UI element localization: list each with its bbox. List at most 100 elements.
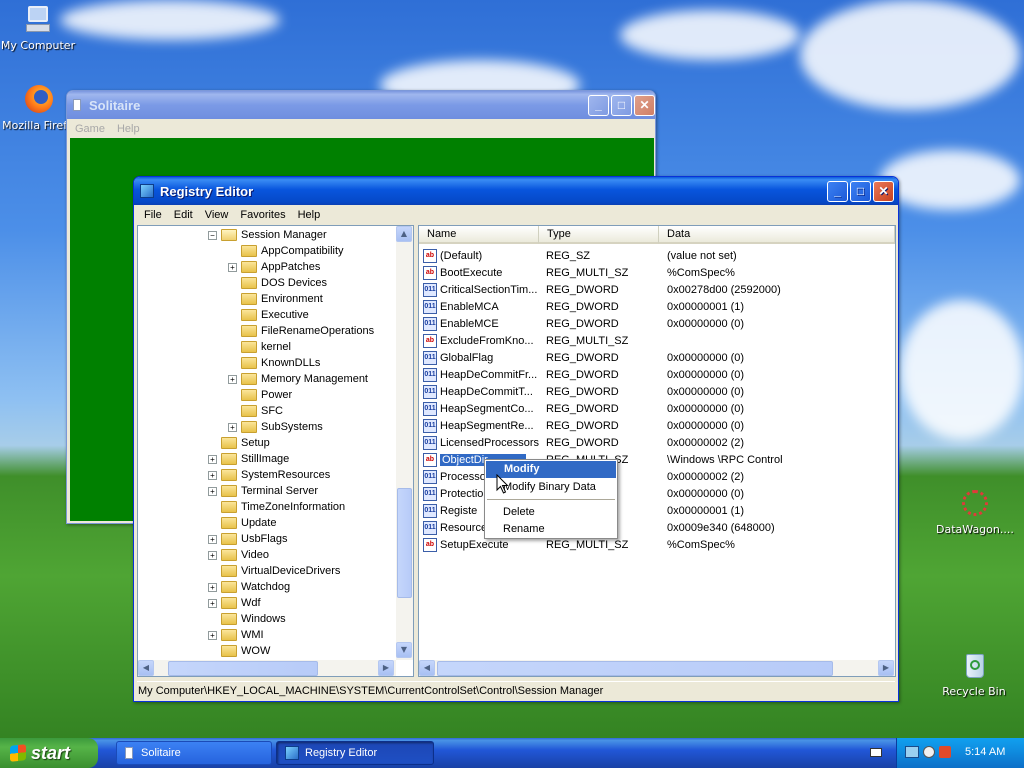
value-row[interactable]: 011 EnableMCA REG_DWORD 0x00000001 (1) — [423, 298, 893, 315]
value-row[interactable]: 011 EnableMCE REG_DWORD 0x00000000 (0) — [423, 315, 893, 332]
desktop-icon-firefox[interactable]: Mozilla Firefo — [0, 84, 76, 132]
tree-node[interactable]: + AppPatches — [228, 259, 320, 275]
tree-node[interactable]: DOS Devices — [228, 275, 327, 291]
tray-icon-security[interactable] — [939, 746, 951, 758]
expand-icon[interactable]: + — [208, 630, 217, 640]
scroll-right-button[interactable]: ▶ — [378, 660, 394, 676]
menu-favorites[interactable]: Favorites — [234, 209, 291, 221]
menu-item-rename[interactable]: Rename — [485, 521, 617, 538]
value-row[interactable]: ab (Default) REG_SZ (value not set) — [423, 247, 893, 264]
expand-icon[interactable]: + — [228, 374, 237, 384]
minimize-button[interactable]: _ — [827, 181, 848, 202]
value-row[interactable]: 011 HeapDeCommitFr... REG_DWORD 0x00000000 … — [423, 366, 893, 383]
desktop-icon-my-computer[interactable]: My Computer — [0, 4, 76, 52]
tree-node[interactable]: Update — [208, 515, 276, 531]
tree-node[interactable]: Setup — [208, 435, 270, 451]
tray-icon-network[interactable] — [905, 746, 919, 758]
clock[interactable]: 5:14 AM — [965, 746, 1005, 758]
value-row[interactable]: 011 HeapSegmentCo... REG_DWORD 0x00000000 (… — [423, 400, 893, 417]
column-header-name[interactable]: Name — [419, 226, 539, 244]
tree-node[interactable]: Environment — [228, 291, 323, 307]
menu-help[interactable]: Help — [292, 209, 327, 221]
collapse-icon[interactable]: − — [208, 230, 217, 240]
tree-node[interactable]: Executive — [228, 307, 309, 323]
registry-values-list[interactable]: ab (Default) REG_SZ (value not set) ab BootEx… — [419, 246, 895, 660]
value-row[interactable]: 011 HeapSegmentRe... REG_DWORD 0x00000000 (… — [423, 417, 893, 434]
taskbar-button-registry-editor[interactable]: Registry Editor — [276, 741, 434, 765]
expand-icon[interactable]: + — [208, 454, 217, 464]
close-button[interactable]: ✕ — [634, 95, 655, 116]
scroll-up-button[interactable]: ▲ — [396, 226, 412, 242]
tree-node[interactable]: VirtualDeviceDrivers — [208, 563, 340, 579]
tree-node[interactable]: + UsbFlags — [208, 531, 287, 547]
tree-node[interactable]: + SubSystems — [228, 419, 323, 435]
tree-node[interactable]: + Wdf — [208, 595, 261, 611]
tree-node[interactable]: − Session Manager — [208, 227, 327, 243]
taskbar-button-solitaire[interactable]: Solitaire — [116, 741, 272, 765]
tree-node[interactable]: KnownDLLs — [228, 355, 320, 371]
scroll-thumb[interactable] — [397, 488, 412, 598]
tree-node[interactable]: + StillImage — [208, 451, 289, 467]
value-row[interactable]: 011 GlobalFlag REG_DWORD 0x00000000 (0) — [423, 349, 893, 366]
value-row[interactable]: 011 LicensedProcessors REG_DWORD 0x00000002… — [423, 434, 893, 451]
solitaire-titlebar[interactable]: Solitaire _ □ ✕ — [67, 91, 655, 119]
menu-file[interactable]: File — [138, 209, 168, 221]
menu-view[interactable]: View — [199, 209, 235, 221]
regedit-titlebar[interactable]: Registry Editor _ □ ✕ — [134, 177, 898, 205]
scroll-thumb[interactable] — [168, 661, 318, 676]
expand-icon[interactable]: + — [208, 598, 217, 608]
tree-node[interactable]: Power — [228, 387, 292, 403]
registry-editor-window[interactable]: Registry Editor _ □ ✕ File Edit View Fav… — [133, 176, 899, 702]
tree-node[interactable]: + SystemResources — [208, 467, 330, 483]
tray-icon-volume[interactable] — [923, 746, 935, 758]
keyboard-icon[interactable] — [870, 748, 882, 757]
tree-node[interactable]: TimeZoneInformation — [208, 499, 345, 515]
maximize-button[interactable]: □ — [611, 95, 632, 116]
tree-node[interactable]: + WMI — [208, 627, 264, 643]
close-button[interactable]: ✕ — [873, 181, 894, 202]
menu-item-delete[interactable]: Delete — [485, 504, 617, 521]
registry-values-pane[interactable]: Name Type Data ab (Default) REG_SZ (value n… — [418, 225, 896, 677]
tree-node[interactable]: AppCompatibility — [228, 243, 344, 259]
expand-icon[interactable]: + — [228, 262, 237, 272]
menu-help[interactable]: Help — [111, 123, 146, 135]
registry-tree-pane[interactable]: − Session Manager AppCompatibility + AppPatc… — [137, 225, 414, 677]
tree-node[interactable]: WOW — [208, 643, 270, 659]
scroll-left-button[interactable]: ◀ — [419, 660, 435, 676]
expand-icon[interactable]: + — [208, 550, 217, 560]
scroll-right-button[interactable]: ▶ — [878, 660, 894, 676]
menu-edit[interactable]: Edit — [168, 209, 199, 221]
tree-node[interactable]: + Watchdog — [208, 579, 290, 595]
tree-node[interactable]: Windows — [208, 611, 286, 627]
tree-node[interactable]: + Memory Management — [228, 371, 368, 387]
tree-node[interactable]: + Video — [208, 547, 269, 563]
tree-node[interactable]: + Terminal Server — [208, 483, 318, 499]
expand-icon[interactable]: + — [208, 486, 217, 496]
tree-node[interactable]: kernel — [228, 339, 291, 355]
tree-horizontal-scrollbar[interactable]: ◀ ▶ — [138, 660, 396, 676]
registry-tree[interactable]: − Session Manager AppCompatibility + AppPatc… — [138, 226, 396, 660]
scroll-down-button[interactable]: ▼ — [396, 642, 412, 658]
maximize-button[interactable]: □ — [850, 181, 871, 202]
expand-icon[interactable]: + — [228, 422, 237, 432]
menu-game[interactable]: Game — [69, 123, 111, 135]
tree-vertical-scrollbar[interactable]: ▲ ▼ — [396, 226, 413, 660]
expand-icon[interactable]: + — [208, 582, 217, 592]
value-row[interactable]: 011 HeapDeCommitT... REG_DWORD 0x00000000 (… — [423, 383, 893, 400]
column-header-type[interactable]: Type — [539, 226, 659, 244]
desktop-icon-datawagon[interactable]: DataWagon.... — [936, 488, 1014, 536]
tree-node[interactable]: SFC — [228, 403, 283, 419]
context-menu[interactable]: Modify Modify Binary Data Delete Rename — [484, 459, 618, 539]
tree-node[interactable]: FileRenameOperations — [228, 323, 374, 339]
scroll-thumb[interactable] — [437, 661, 833, 676]
value-row[interactable]: 011 CriticalSectionTim... REG_DWORD 0x00278… — [423, 281, 893, 298]
expand-icon[interactable]: + — [208, 534, 217, 544]
column-header-data[interactable]: Data — [659, 226, 895, 244]
minimize-button[interactable]: _ — [588, 95, 609, 116]
expand-icon[interactable]: + — [208, 470, 217, 480]
start-button[interactable]: start — [0, 738, 98, 768]
desktop-icon-recycle-bin[interactable]: Recycle Bin — [936, 650, 1012, 698]
value-row[interactable]: ab ExcludeFromKno... REG_MULTI_SZ — [423, 332, 893, 349]
values-horizontal-scrollbar[interactable]: ◀ ▶ — [419, 660, 895, 676]
scroll-left-button[interactable]: ◀ — [138, 660, 154, 676]
